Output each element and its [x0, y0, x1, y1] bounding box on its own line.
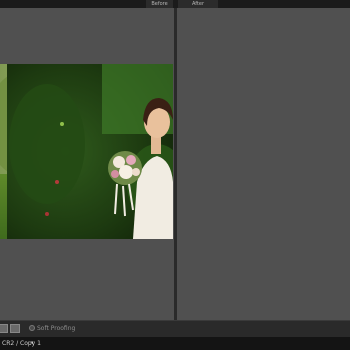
after-photo[interactable]: [7, 64, 173, 239]
compare-header: [0, 0, 350, 8]
soft-proofing-label: Soft Proofing: [37, 325, 76, 332]
view-mode-button[interactable]: [0, 324, 8, 333]
before-label: Before: [146, 0, 173, 8]
compare-view-button[interactable]: [10, 324, 20, 333]
bottom-toolbar: Soft Proofing: [0, 320, 350, 337]
chevron-down-icon[interactable]: ▾: [31, 339, 34, 348]
after-label: After: [178, 0, 218, 8]
soft-proofing-checkbox[interactable]: [29, 325, 35, 331]
file-name-label[interactable]: CR2 / Copy 1: [2, 339, 41, 348]
after-pane[interactable]: [177, 8, 350, 320]
filmstrip-bar: CR2 / Copy 1 ▾: [0, 337, 350, 350]
bride-photo-after-image: [7, 64, 173, 239]
